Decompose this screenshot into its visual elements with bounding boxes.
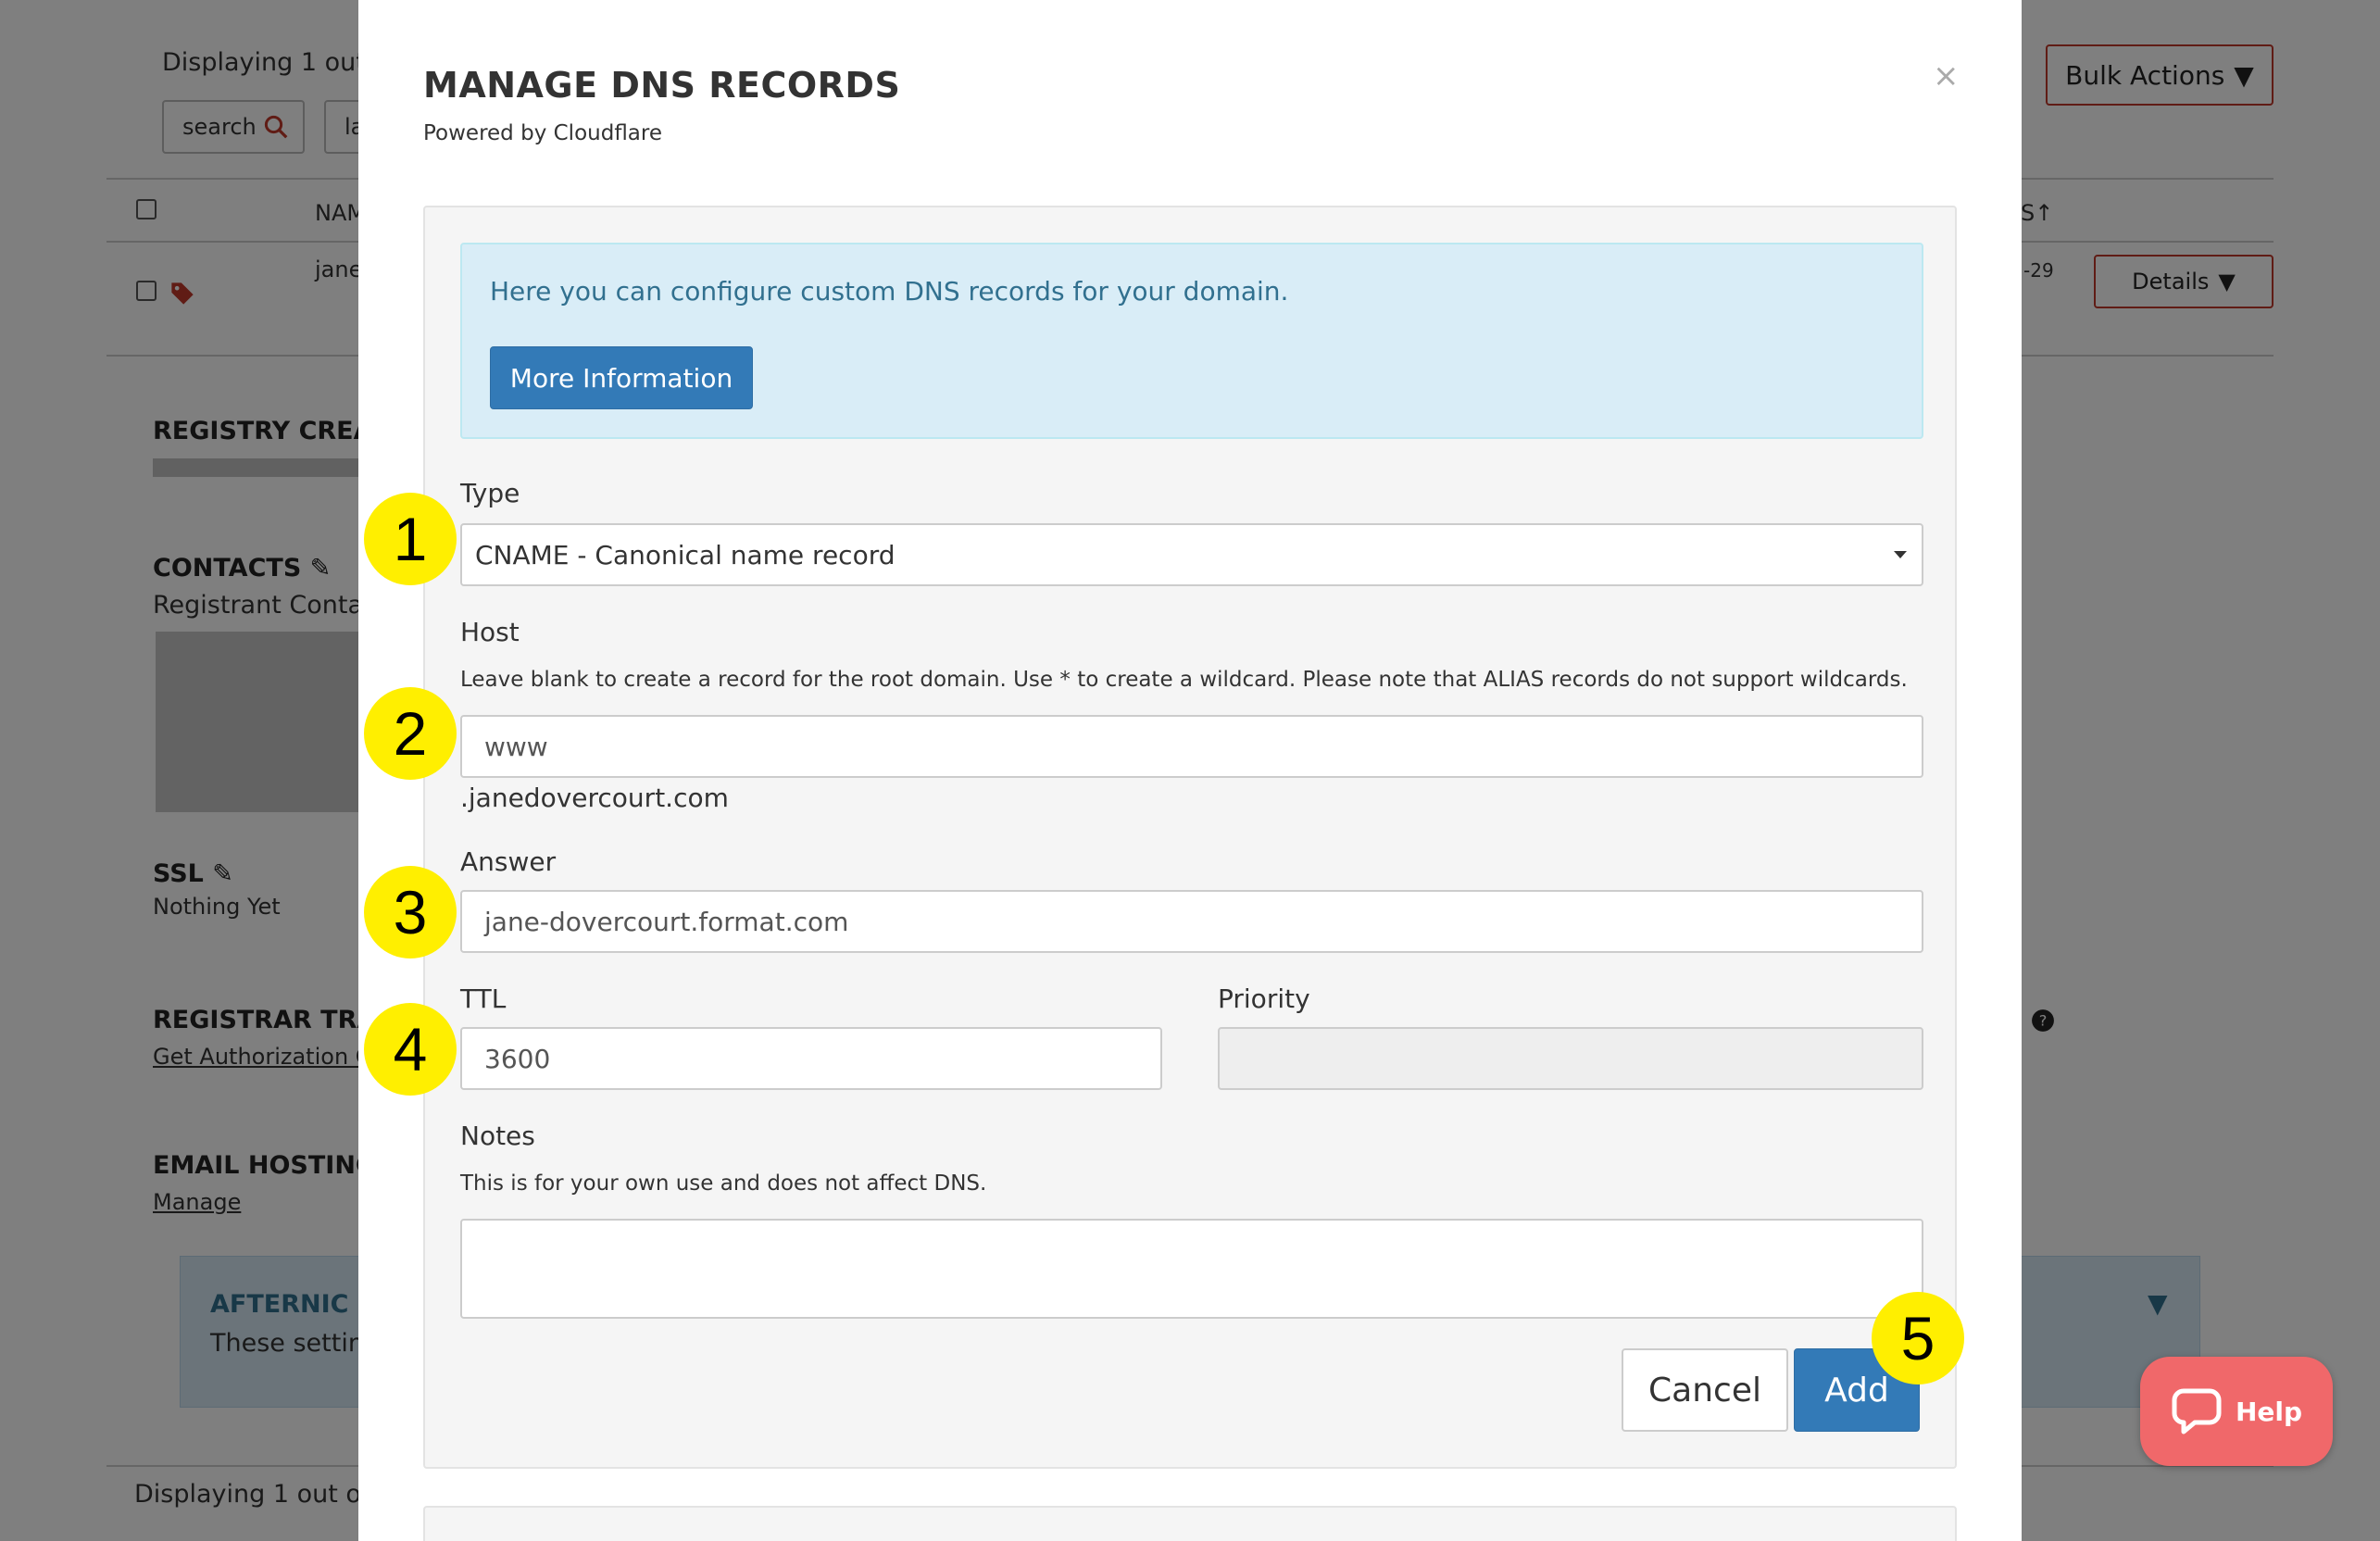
dropdown-caret-icon [1894, 551, 1907, 558]
close-icon[interactable]: × [1933, 57, 1960, 94]
help-widget-button[interactable]: Help [2140, 1357, 2333, 1466]
step-marker-3: 3 [364, 866, 457, 958]
info-text: Here you can configure custom DNS record… [490, 276, 1289, 307]
ttl-label: TTL [460, 983, 507, 1014]
dns-form-panel: Here you can configure custom DNS record… [423, 206, 1957, 1469]
type-label: Type [460, 478, 520, 508]
notes-label: Notes [460, 1121, 535, 1151]
secondary-panel [423, 1506, 1957, 1541]
info-alert: Here you can configure custom DNS record… [460, 243, 1923, 439]
host-input-value: www [484, 731, 548, 762]
step-marker-1: 1 [364, 493, 457, 585]
modal-subtitle: Powered by Cloudflare [423, 121, 662, 145]
cancel-button[interactable]: Cancel [1622, 1348, 1788, 1432]
help-widget-label: Help [2235, 1396, 2303, 1427]
modal-title: MANAGE DNS RECORDS [423, 65, 901, 106]
host-label: Host [460, 617, 520, 647]
step-marker-2: 2 [364, 687, 457, 780]
priority-input [1218, 1027, 1923, 1090]
notes-textarea[interactable] [460, 1219, 1923, 1319]
answer-input[interactable]: jane-dovercourt.format.com [460, 890, 1923, 953]
chat-bubble-icon [2172, 1388, 2222, 1435]
manage-dns-modal: MANAGE DNS RECORDS Powered by Cloudflare… [358, 0, 2022, 1541]
step-marker-5: 5 [1872, 1292, 1964, 1384]
answer-input-value: jane-dovercourt.format.com [484, 906, 849, 937]
notes-help-text: This is for your own use and does not af… [460, 1171, 987, 1196]
host-help-text: Leave blank to create a record for the r… [460, 668, 1908, 692]
ttl-input-value: 3600 [484, 1043, 551, 1074]
type-select-value: CNAME - Canonical name record [475, 539, 896, 570]
more-information-button[interactable]: More Information [490, 346, 753, 409]
type-select[interactable]: CNAME - Canonical name record [460, 523, 1923, 586]
priority-label: Priority [1218, 983, 1310, 1014]
answer-label: Answer [460, 846, 557, 877]
ttl-input[interactable]: 3600 [460, 1027, 1162, 1090]
host-input[interactable]: www [460, 715, 1923, 778]
host-domain-suffix: .janedovercourt.com [460, 783, 729, 813]
step-marker-4: 4 [364, 1003, 457, 1096]
